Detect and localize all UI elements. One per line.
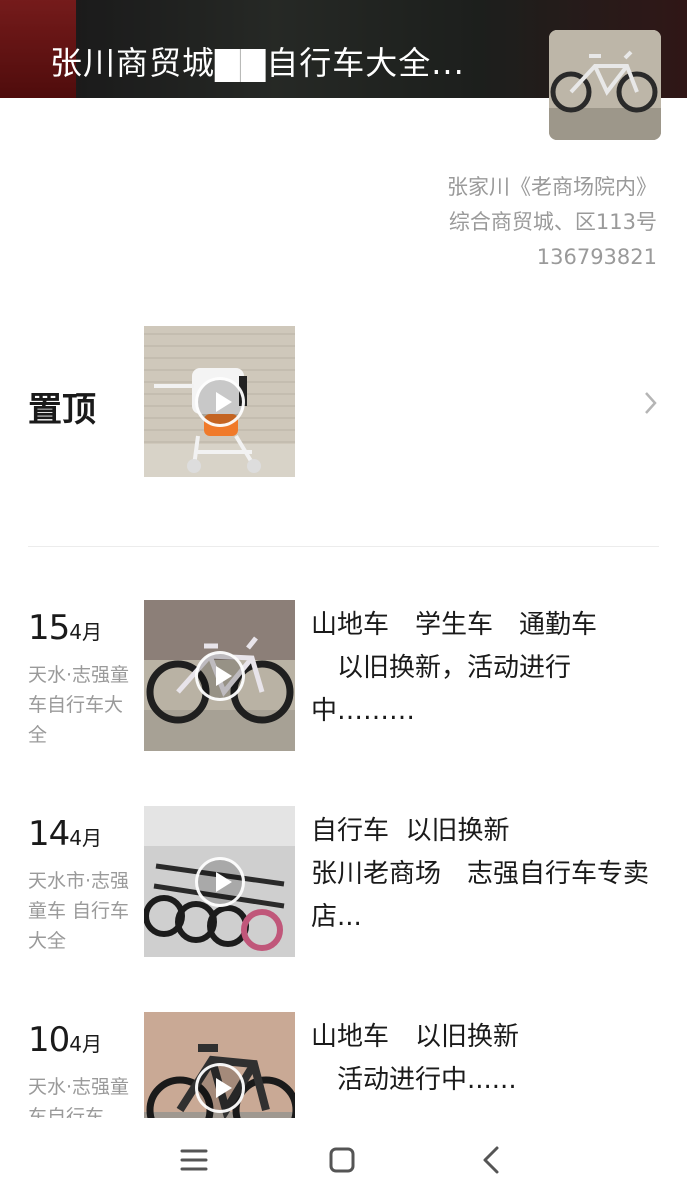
pinned-label: 置顶: [28, 390, 96, 430]
play-icon: [194, 1062, 245, 1113]
post-month: 4月: [69, 1032, 102, 1056]
post-day: 15: [28, 608, 70, 648]
post-caption: 自行车 以旧换新 张川老商场 志强自行车专卖店...: [311, 816, 650, 932]
play-icon: [194, 856, 245, 907]
play-icon: [194, 650, 245, 701]
post-item[interactable]: 154月 天水·志强童车自行车大全 山地车 学生车 通勤车 以旧换新，活动进行中…: [0, 600, 687, 760]
account-title: 张川商贸城▇▇自行车大全...: [50, 44, 465, 82]
post-caption: 山地车 学生车 通勤车 以旧换新，活动进行中………: [311, 610, 598, 726]
post-date: 154月: [28, 608, 102, 648]
post-date: 144月: [28, 814, 102, 854]
account-cover-image[interactable]: [549, 30, 661, 140]
post-month: 4月: [69, 826, 102, 850]
address-line-1: 张家川《老商场院内》: [447, 175, 657, 199]
post-month: 4月: [69, 620, 102, 644]
post-date: 104月: [28, 1020, 102, 1060]
pinned-video-thumbnail[interactable]: [144, 326, 295, 477]
post-day: 10: [28, 1020, 70, 1060]
post-video-thumbnail[interactable]: [144, 600, 295, 751]
post-day: 14: [28, 814, 70, 854]
system-nav-bar: [0, 1118, 687, 1200]
chevron-right-icon[interactable]: [638, 388, 662, 418]
back-icon[interactable]: [472, 1140, 512, 1180]
post-video-thumbnail[interactable]: [144, 806, 295, 957]
play-icon: [194, 376, 245, 427]
post-item[interactable]: 144月 天水市·志强童车 自行车大全 自行车 以旧换新 张川老商场 志强自行车…: [0, 806, 687, 966]
post-caption: 山地车 以旧换新 活动进行中......: [311, 1022, 520, 1095]
divider: [28, 546, 659, 547]
phone-number[interactable]: 136793821: [447, 240, 657, 275]
post-source: 天水·志强童车自行车大全: [28, 664, 130, 746]
shop-info: 张家川《老商场院内》 综合商贸城、区113号 136793821: [447, 170, 657, 275]
post-source: 天水市·志强童车 自行车大全: [28, 870, 130, 952]
menu-icon[interactable]: [174, 1140, 214, 1180]
bicycle-image: [549, 30, 661, 140]
home-icon[interactable]: [322, 1140, 362, 1180]
address-line-2: 综合商贸城、区113号: [448, 210, 657, 234]
